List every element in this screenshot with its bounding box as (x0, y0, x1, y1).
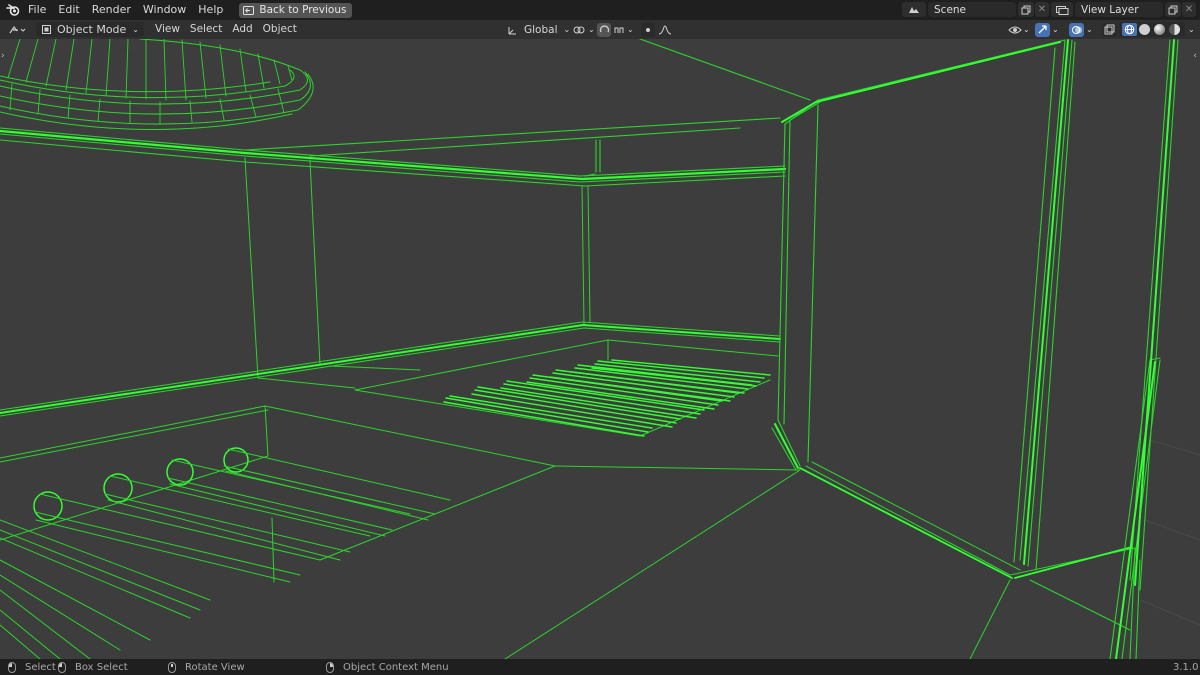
menu-add[interactable]: Add (227, 20, 257, 39)
version-label: 3.1.0 (1173, 661, 1199, 673)
new-view-layer-button[interactable] (1165, 2, 1181, 17)
view-layer-icon (1056, 5, 1069, 15)
pivot-dropdown[interactable]: ⌄ (572, 21, 595, 38)
chevron-down-icon: ⌄ (1023, 25, 1030, 34)
close-icon: ✕ (1184, 4, 1194, 15)
visibility-dropdown[interactable]: ⌄ (1008, 21, 1030, 38)
mouse-drag-icon (58, 661, 66, 673)
status-context-menu: Object Context Menu (326, 659, 449, 675)
view-layer-selector: View Layer ✕ (1051, 1, 1196, 18)
status-box-select: Box Select (58, 659, 128, 675)
ring-object (0, 39, 314, 130)
status-rotate-view: Rotate View (168, 659, 245, 675)
overlay-icon (1071, 25, 1082, 34)
overlay-toggle[interactable]: ⌄ (1069, 21, 1093, 38)
scene-selector: Scene ✕ (902, 1, 1049, 18)
scene-name-field[interactable]: Scene (928, 2, 1016, 17)
visibility-icon (1008, 26, 1022, 33)
snap-toggle[interactable]: ⌄ (597, 21, 634, 38)
menu-select[interactable]: Select (185, 20, 227, 39)
new-scene-button[interactable] (1018, 2, 1034, 17)
top-bar: File Edit Render Window Help Back to Pre… (0, 0, 1200, 20)
snap-increment-icon (614, 27, 624, 33)
sidebar-expand-icon[interactable]: ‹ (1193, 51, 1197, 61)
editor-type-icon (9, 25, 26, 33)
blender-logo-icon[interactable] (4, 0, 22, 20)
solid-shading-icon[interactable] (1139, 24, 1150, 35)
mode-label: Object Mode (57, 23, 127, 36)
gizmo-toggle[interactable]: ⌄ (1035, 21, 1059, 38)
menu-window[interactable]: Window (137, 0, 192, 20)
falloff-icon (658, 25, 672, 34)
mouse-right-icon (326, 661, 334, 673)
upper-rollers (443, 359, 771, 437)
duplicate-icon (1168, 5, 1178, 14)
duplicate-icon (1021, 5, 1031, 14)
mouse-middle-icon (168, 661, 176, 673)
object-mode-icon (42, 25, 51, 34)
chevron-down-icon: ⌄ (588, 25, 595, 34)
delete-view-layer-button[interactable]: ✕ (1182, 2, 1196, 17)
shading-modes: ⌄ (1119, 21, 1195, 38)
toolbar-expand-icon[interactable]: › (1, 51, 5, 61)
status-bar: Select Box Select Rotate View Object Con… (0, 659, 1200, 675)
wireframe-scene (0, 39, 1200, 659)
editor-type-button[interactable] (8, 25, 30, 35)
chevron-down-icon: ⌄ (1052, 25, 1059, 34)
snap-icon (599, 25, 609, 33)
pivot-icon (573, 26, 585, 33)
view-layer-name-field[interactable]: View Layer (1075, 2, 1163, 17)
mode-dropdown[interactable]: Object Mode ⌄ (36, 22, 144, 37)
xray-icon (1104, 24, 1115, 35)
chevron-down-icon: ⌄ (132, 25, 139, 34)
chevron-down-icon: ⌄ (1188, 25, 1195, 34)
transform-orientation-dropdown[interactable]: Global ⌄ (507, 21, 570, 38)
back-to-previous-button[interactable]: Back to Previous (239, 2, 353, 18)
chevron-down-icon: ⌄ (1086, 25, 1093, 34)
gizmo-icon (1038, 25, 1047, 34)
back-to-previous-label: Back to Previous (259, 4, 347, 16)
mouse-left-icon (8, 661, 16, 673)
orientation-icon (508, 26, 516, 34)
scene-icon (909, 6, 919, 13)
chevron-down-icon: ⌄ (563, 25, 571, 34)
status-select: Select (8, 659, 56, 675)
delete-scene-button[interactable]: ✕ (1035, 2, 1049, 17)
3d-viewport[interactable]: › ‹ (0, 39, 1200, 659)
menu-help[interactable]: Help (192, 0, 229, 20)
material-shading-icon[interactable] (1154, 24, 1165, 35)
proportional-edit-toggle[interactable] (641, 21, 672, 38)
lower-rollers (0, 447, 451, 659)
back-arrow-icon (243, 5, 255, 15)
proportional-edit-icon (646, 27, 650, 32)
close-icon: ✕ (1037, 4, 1047, 15)
xray-toggle[interactable] (1102, 21, 1117, 38)
menu-view[interactable]: View (150, 20, 185, 39)
menu-object[interactable]: Object (258, 20, 302, 39)
chevron-down-icon: ⌄ (627, 25, 634, 34)
menu-edit[interactable]: Edit (52, 0, 85, 20)
rendered-shading-icon[interactable] (1169, 24, 1180, 35)
wireframe-shading-icon[interactable] (1122, 23, 1137, 36)
menu-file[interactable]: File (22, 0, 52, 20)
view-layer-browse-button[interactable] (1051, 2, 1073, 17)
menu-render[interactable]: Render (86, 0, 137, 20)
scene-browse-button[interactable] (902, 2, 926, 17)
